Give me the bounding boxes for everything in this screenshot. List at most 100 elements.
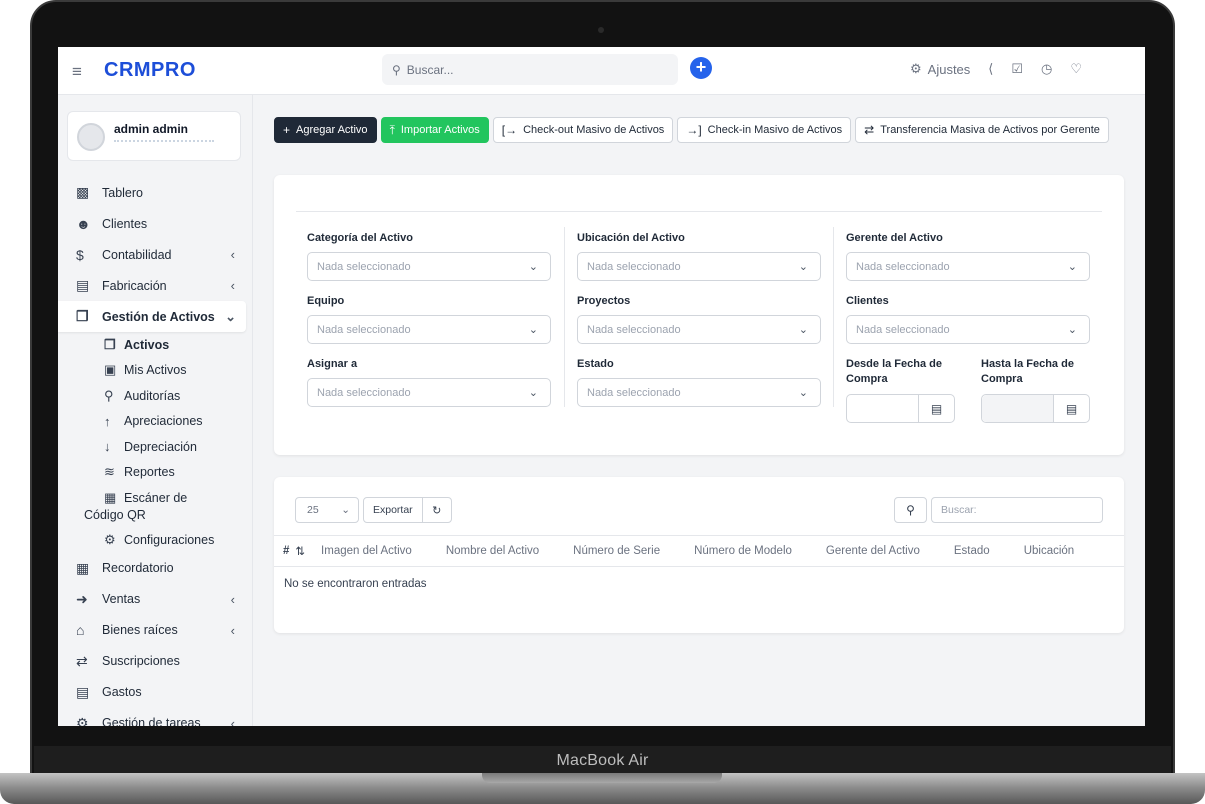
filter-location: Ubicación del Activo Nada seleccionado ⌄ bbox=[577, 231, 821, 281]
select-placeholder: Nada seleccionado bbox=[856, 260, 950, 273]
main-content: + Agregar Activo ⤒ Importar Activos [→ C… bbox=[254, 95, 1145, 726]
column-header[interactable]: Número de Modelo bbox=[694, 545, 792, 557]
sidebar-item-label: Gestión de tareas bbox=[102, 716, 201, 726]
category-select[interactable]: Nada seleccionado ⌄ bbox=[307, 252, 551, 281]
refresh-icon[interactable]: ↻ bbox=[423, 504, 451, 517]
house-icon: ⌂ bbox=[76, 622, 85, 638]
column-header[interactable]: Estado bbox=[954, 545, 990, 557]
bulk-checkin-button[interactable]: →] Check-in Masivo de Activos bbox=[677, 117, 852, 143]
chevron-down-icon: ⌄ bbox=[798, 387, 808, 399]
sidebar-subitem-label: ▦ Escáner de Código QR bbox=[84, 489, 224, 524]
sidebar-item-fabricacion[interactable]: ▤ Fabricación ‹ bbox=[58, 270, 253, 301]
column-header[interactable]: Número de Serie bbox=[573, 545, 660, 557]
table-search-input[interactable]: Buscar: bbox=[931, 497, 1103, 523]
assign-select[interactable]: Nada seleccionado ⌄ bbox=[307, 378, 551, 407]
sidebar-item-contabilidad[interactable]: $ Contabilidad ‹ bbox=[58, 239, 253, 270]
settings-label: Ajustes bbox=[927, 61, 971, 77]
sidebar-item-gestion-tareas[interactable]: ⚙ Gestión de tareas ‹ bbox=[58, 708, 253, 727]
sidebar-item-gastos[interactable]: ▤ Gastos bbox=[58, 677, 253, 708]
sidebar-subitem-apreciaciones[interactable]: ↑ Apreciaciones bbox=[104, 409, 253, 435]
sidebar-item-bienes-raices[interactable]: ⌂ Bienes raíces ‹ bbox=[58, 615, 253, 646]
chevron-down-icon: ⌄ bbox=[798, 261, 808, 273]
sidebar-subitem-activos[interactable]: ❒ Activos bbox=[104, 332, 253, 358]
column-separator bbox=[833, 227, 834, 407]
sidebar-subitem-qr-scanner[interactable]: ▦ Escáner de Código QR bbox=[84, 485, 253, 527]
sign-out-icon: [→ bbox=[501, 123, 518, 137]
import-assets-button[interactable]: ⤒ Importar Activos bbox=[380, 117, 489, 143]
sidebar-item-label: Tablero bbox=[102, 185, 143, 200]
from-date-input[interactable]: ▤ bbox=[846, 394, 955, 423]
global-search-placeholder: Buscar... bbox=[406, 62, 454, 77]
sidebar-subitem-auditorias[interactable]: ⚲ Auditorías bbox=[104, 383, 253, 409]
chevron-down-icon: ⌄ bbox=[528, 324, 538, 336]
share-icon[interactable]: ⟨ bbox=[988, 61, 993, 77]
filter-label: Estado bbox=[577, 358, 614, 370]
quick-create-button[interactable]: + bbox=[690, 57, 712, 79]
checkbox-icon[interactable]: ☑ bbox=[1011, 61, 1023, 77]
clock-icon[interactable]: ◷ bbox=[1041, 61, 1052, 77]
sidebar-subitem-depreciacion[interactable]: ↓ Depreciación bbox=[104, 434, 253, 460]
filter-equipment: Equipo Nada seleccionado ⌄ bbox=[307, 294, 551, 344]
location-select[interactable]: Nada seleccionado ⌄ bbox=[577, 252, 821, 281]
column-header[interactable]: Gerente del Activo bbox=[826, 545, 920, 557]
equipment-select[interactable]: Nada seleccionado ⌄ bbox=[307, 315, 551, 344]
manager-select[interactable]: Nada seleccionado ⌄ bbox=[846, 252, 1090, 281]
sidebar-item-label: Bienes raíces bbox=[102, 623, 178, 637]
date-field[interactable] bbox=[847, 395, 918, 422]
menu-icon[interactable]: ≡ bbox=[72, 62, 82, 82]
date-field[interactable] bbox=[982, 395, 1053, 422]
select-placeholder: Nada seleccionado bbox=[317, 260, 411, 273]
page-length-select[interactable]: 25 ⌄ bbox=[295, 497, 359, 523]
filter-label: Hasta la Fecha de Compra bbox=[981, 358, 1074, 385]
settings-button[interactable]: ⚙ Ajustes bbox=[910, 61, 970, 77]
dollar-icon: $ bbox=[76, 246, 84, 263]
select-placeholder: Nada seleccionado bbox=[856, 323, 950, 336]
sort-icon[interactable]: ⇅ bbox=[295, 544, 305, 558]
sidebar-subitem-reportes[interactable]: ≋ Reportes bbox=[104, 460, 253, 486]
status-select[interactable]: Nada seleccionado ⌄ bbox=[577, 378, 821, 407]
sidebar-item-recordatorio[interactable]: ▦ Recordatorio bbox=[58, 553, 253, 584]
table-search-placeholder: Buscar: bbox=[941, 504, 977, 516]
calendar-icon[interactable]: ▤ bbox=[918, 395, 954, 422]
column-header[interactable]: Imagen del Activo bbox=[321, 545, 412, 557]
add-asset-button[interactable]: + Agregar Activo bbox=[274, 117, 377, 143]
upload-icon: ⤒ bbox=[389, 122, 395, 137]
profile-card[interactable]: admin admin bbox=[67, 111, 241, 161]
sidebar-item-label: Gastos bbox=[102, 685, 142, 699]
column-separator bbox=[564, 227, 565, 407]
chevron-down-icon: ⌄ bbox=[225, 308, 236, 324]
sidebar-subitem-configuraciones[interactable]: ⚙ Configuraciones bbox=[104, 527, 253, 553]
bell-icon[interactable]: ♡ bbox=[1070, 61, 1082, 77]
sidebar-item-tablero[interactable]: ▩ Tablero bbox=[58, 177, 253, 208]
calendar-icon[interactable]: ▤ bbox=[1053, 395, 1089, 422]
global-search-input[interactable]: ⚲ Buscar... bbox=[382, 54, 678, 85]
sidebar-item-ventas[interactable]: ➜ Ventas ‹ bbox=[58, 584, 253, 615]
filter-divider bbox=[296, 211, 1102, 212]
bulk-checkout-button[interactable]: [→ Check-out Masivo de Activos bbox=[492, 117, 674, 143]
sidebar-item-label: Gestión de Activos bbox=[102, 309, 215, 324]
column-header[interactable]: Nombre del Activo bbox=[446, 545, 539, 557]
sidebar-item-gestion-activos[interactable]: ❒ Gestión de Activos ⌄ bbox=[58, 301, 246, 332]
filter-label: Clientes bbox=[846, 295, 889, 307]
chevron-left-icon: ‹ bbox=[230, 715, 235, 727]
bulk-transfer-button[interactable]: ⇄ Transferencia Masiva de Activos por Ge… bbox=[855, 117, 1109, 143]
column-header[interactable]: # bbox=[283, 545, 289, 557]
export-button[interactable]: Exportar bbox=[364, 498, 423, 522]
column-header[interactable]: Ubicación bbox=[1024, 545, 1075, 557]
top-bar: ≡ CRMPRO ⚲ Buscar... + ⚙ Ajustes ⟨ ☑ ◷ ♡ bbox=[58, 47, 1145, 95]
user-icon: ☻ bbox=[76, 215, 91, 232]
clients-select[interactable]: Nada seleccionado ⌄ bbox=[846, 315, 1090, 344]
sidebar-subitem-label: Mis Activos bbox=[124, 363, 187, 378]
chevron-down-icon: ⌄ bbox=[341, 504, 350, 516]
briefcase-icon: ▣ bbox=[104, 362, 117, 378]
arrow-up-icon: ↑ bbox=[104, 413, 111, 429]
profile-subtitle bbox=[114, 140, 214, 144]
sidebar-subitem-mis-activos[interactable]: ▣ Mis Activos bbox=[104, 358, 253, 384]
projects-select[interactable]: Nada seleccionado ⌄ bbox=[577, 315, 821, 344]
sidebar-item-suscripciones[interactable]: ⇄ Suscripciones bbox=[58, 646, 253, 677]
search-icon[interactable]: ⚲ bbox=[894, 497, 927, 523]
avatar bbox=[77, 123, 105, 151]
sidebar-item-clientes[interactable]: ☻ Clientes bbox=[58, 208, 253, 239]
brand-logo[interactable]: CRMPRO bbox=[104, 59, 196, 82]
to-date-input[interactable]: ▤ bbox=[981, 394, 1090, 423]
